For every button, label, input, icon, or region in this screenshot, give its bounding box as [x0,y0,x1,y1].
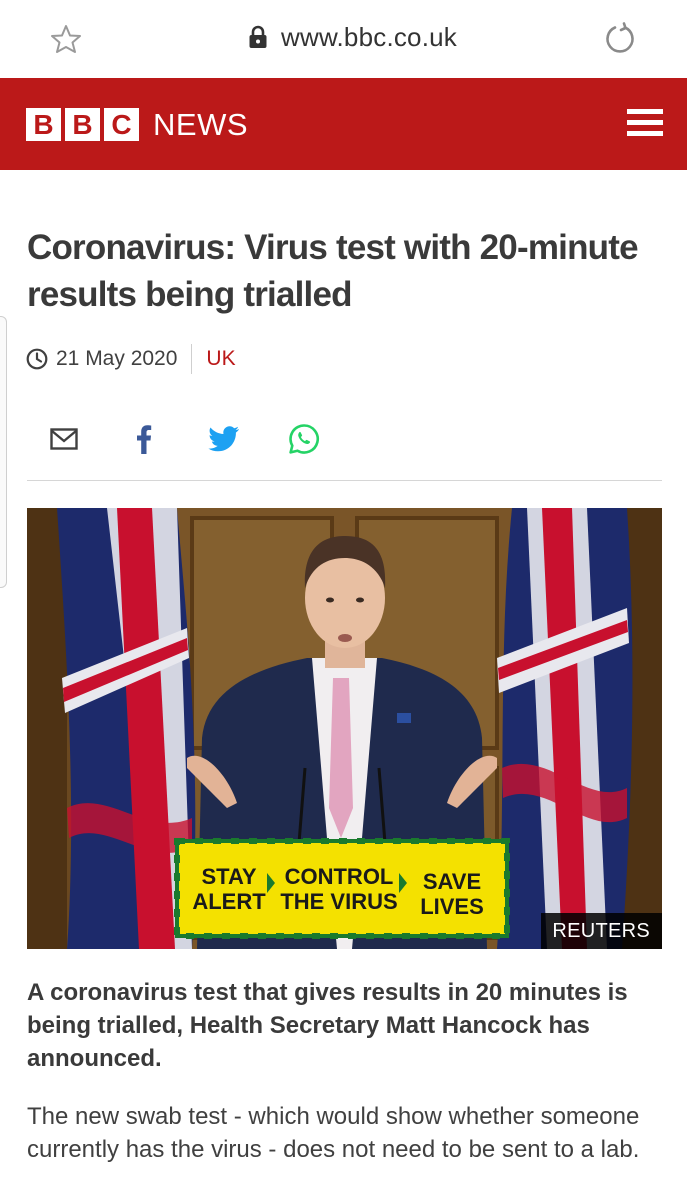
url-text[interactable]: www.bbc.co.uk [281,22,457,53]
article-image: STAY ALERT CONTROL THE VIRUS SAVE LIVES … [27,508,662,949]
sign-text: LIVES [420,894,484,919]
podium-sign: STAY ALERT CONTROL THE VIRUS SAVE LIVES [174,838,510,939]
section-link-uk[interactable]: UK [206,347,235,371]
article-meta: 21 May 2020 UK [26,344,236,374]
meta-divider [191,344,193,374]
logo-letter: B [65,108,100,141]
share-divider [27,480,662,481]
star-outline-icon[interactable] [50,24,82,54]
reload-icon[interactable] [603,22,637,56]
bbc-news-header: B B C NEWS [0,78,687,170]
article-intro: A coronavirus test that gives results in… [27,979,628,1072]
union-flag-left [57,508,196,949]
image-credit: REUTERS [541,913,662,949]
sign-text: CONTROL [285,864,394,889]
email-icon[interactable] [49,422,79,456]
whatsapp-icon[interactable] [287,422,321,456]
logo-letter: C [104,108,139,141]
lock-icon [249,25,267,48]
article-paragraph: The new swab test - which would show whe… [27,1103,640,1163]
article-headline: Coronavirus: Virus test with 20-minute r… [27,228,639,314]
article-date: 21 May 2020 [56,347,178,370]
facebook-icon[interactable] [133,422,155,456]
sign-text: STAY [201,864,256,889]
share-bar [0,422,687,458]
logo-letter: B [26,108,61,141]
clock-icon [26,348,48,370]
sign-text: ALERT [192,889,266,914]
sign-text: THE VIRUS [280,889,397,914]
sign-text: SAVE [423,869,481,894]
hamburger-menu-icon[interactable] [627,109,663,139]
browser-url-bar: www.bbc.co.uk [0,0,687,78]
twitter-icon[interactable] [207,422,241,456]
union-flag-right [497,508,633,949]
news-wordmark[interactable]: NEWS [153,107,248,143]
bbc-logo[interactable]: B B C [26,108,139,141]
